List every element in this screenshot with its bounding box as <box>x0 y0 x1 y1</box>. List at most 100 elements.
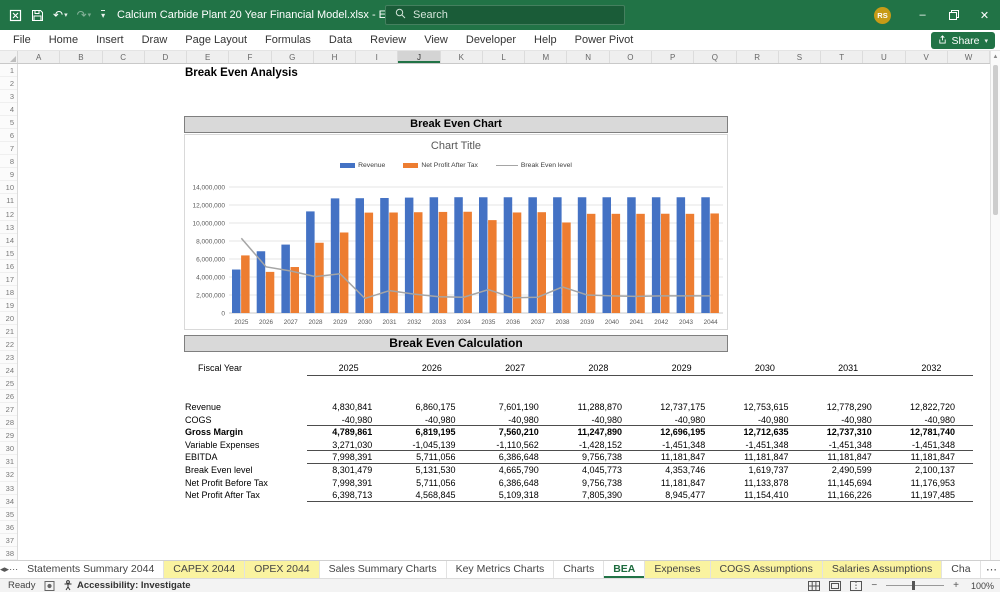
column-header-a[interactable]: A <box>18 51 60 63</box>
ribbon-tab-data[interactable]: Data <box>320 30 361 50</box>
row-header-37[interactable]: 37 <box>0 534 17 547</box>
sheet-tab-capex-2044[interactable]: CAPEX 2044 <box>164 561 245 578</box>
row-header-31[interactable]: 31 <box>0 455 17 468</box>
row-header-34[interactable]: 34 <box>0 495 17 508</box>
value-cell[interactable]: -40,980 <box>890 414 973 426</box>
value-cell[interactable]: 3,271,030 <box>307 439 390 451</box>
value-cell[interactable]: 4,665,790 <box>474 464 557 477</box>
value-cell[interactable]: 5,109,318 <box>474 489 557 501</box>
row-header-29[interactable]: 29 <box>0 429 17 442</box>
zoom-out-button[interactable]: − <box>871 580 877 591</box>
column-header-e[interactable]: E <box>187 51 229 63</box>
column-header-l[interactable]: L <box>483 51 525 63</box>
year-cell-2025[interactable]: 2025 <box>307 361 390 375</box>
accessibility-status[interactable]: Accessibility: Investigate <box>63 580 191 591</box>
row-header-13[interactable]: 13 <box>0 221 17 234</box>
row-header-3[interactable]: 3 <box>0 90 17 103</box>
year-cell-2027[interactable]: 2027 <box>474 361 557 375</box>
break-even-calculation-band[interactable]: Break Even Calculation <box>184 335 728 352</box>
ribbon-tab-file[interactable]: File <box>4 30 40 50</box>
sheet-tab-opex-2044[interactable]: OPEX 2044 <box>245 561 319 578</box>
row-header-20[interactable]: 20 <box>0 312 17 325</box>
column-header-u[interactable]: U <box>863 51 905 63</box>
row-header-17[interactable]: 17 <box>0 273 17 286</box>
value-cell[interactable]: -40,980 <box>807 414 890 426</box>
page-layout-view-icon[interactable] <box>829 581 841 591</box>
value-cell[interactable]: 12,737,175 <box>640 401 723 414</box>
select-all-corner[interactable] <box>0 51 18 63</box>
ribbon-tab-developer[interactable]: Developer <box>457 30 525 50</box>
ribbon-tab-formulas[interactable]: Formulas <box>256 30 320 50</box>
sheet-tab-statements-summary-2044[interactable]: Statements Summary 2044 <box>18 561 164 578</box>
value-cell[interactable]: 12,778,290 <box>807 401 890 414</box>
fiscal-year-label[interactable]: Fiscal Year <box>185 361 307 376</box>
value-cell[interactable]: 11,181,847 <box>723 451 806 463</box>
value-cell[interactable]: 12,753,615 <box>723 401 806 414</box>
row-header-1[interactable]: 1 <box>0 64 17 77</box>
row-header-38[interactable]: 38 <box>0 547 17 560</box>
value-cell[interactable]: 4,789,861 <box>307 426 390 439</box>
row-label[interactable]: Revenue <box>185 401 307 414</box>
scroll-up-icon[interactable]: ▲ <box>991 51 1000 63</box>
column-header-d[interactable]: D <box>145 51 187 63</box>
row-header-30[interactable]: 30 <box>0 442 17 455</box>
value-cell[interactable]: 4,568,845 <box>390 489 473 501</box>
row-header-14[interactable]: 14 <box>0 234 17 247</box>
share-button[interactable]: Share ▾ <box>931 32 995 49</box>
value-cell[interactable]: 11,181,847 <box>807 451 890 463</box>
value-cell[interactable]: -40,980 <box>307 414 390 426</box>
value-cell[interactable]: 4,353,746 <box>640 464 723 477</box>
row-header-9[interactable]: 9 <box>0 168 17 181</box>
value-cell[interactable]: 11,181,847 <box>640 451 723 463</box>
row-header-21[interactable]: 21 <box>0 325 17 338</box>
redo-button[interactable]: ↷▾ <box>77 9 92 21</box>
break-even-chart[interactable]: 02,000,0004,000,0006,000,0008,000,00010,… <box>184 134 728 330</box>
column-header-f[interactable]: F <box>229 51 271 63</box>
value-cell[interactable]: 12,822,720 <box>890 401 973 414</box>
year-cell-2030[interactable]: 2030 <box>723 361 806 375</box>
row-label[interactable]: Net Profit Before Tax <box>185 477 307 490</box>
value-cell[interactable]: 11,247,890 <box>557 426 640 439</box>
row-header-24[interactable]: 24 <box>0 364 17 377</box>
column-header-s[interactable]: S <box>779 51 821 63</box>
row-label[interactable]: COGS <box>185 414 307 427</box>
value-cell[interactable]: 8,301,479 <box>307 464 390 477</box>
value-cell[interactable]: 11,288,870 <box>557 401 640 414</box>
sheet-tab-bea[interactable]: BEA <box>604 561 645 578</box>
close-button[interactable]: ✕ <box>969 0 1000 30</box>
value-cell[interactable]: 12,781,740 <box>890 426 973 439</box>
value-cell[interactable]: 2,100,137 <box>890 464 973 477</box>
column-header-m[interactable]: M <box>525 51 567 63</box>
value-cell[interactable]: 11,181,847 <box>890 451 973 463</box>
sheet-tab-expenses[interactable]: Expenses <box>645 561 710 578</box>
year-cell-2028[interactable]: 2028 <box>557 361 640 375</box>
value-cell[interactable]: 8,945,477 <box>640 489 723 501</box>
value-cell[interactable]: 6,860,175 <box>390 401 473 414</box>
row-header-2[interactable]: 2 <box>0 77 17 90</box>
value-cell[interactable]: -1,428,152 <box>557 439 640 451</box>
year-cell-2032[interactable]: 2032 <box>890 361 973 375</box>
row-header-15[interactable]: 15 <box>0 247 17 260</box>
value-cell[interactable]: -1,451,348 <box>890 439 973 451</box>
row-label[interactable]: Gross Margin <box>185 426 307 439</box>
worksheet-canvas[interactable]: Break Even Analysis Break Even Chart 02,… <box>18 64 990 560</box>
row-header-26[interactable]: 26 <box>0 390 17 403</box>
value-cell[interactable]: 11,197,485 <box>890 489 973 501</box>
zoom-slider-thumb[interactable] <box>912 581 915 590</box>
ribbon-tab-insert[interactable]: Insert <box>87 30 133 50</box>
more-sheets-icon[interactable]: ⋯ <box>984 563 1000 576</box>
column-header-v[interactable]: V <box>906 51 948 63</box>
vertical-scrollbar-thumb[interactable] <box>993 65 998 215</box>
break-even-chart-band[interactable]: Break Even Chart <box>184 116 728 133</box>
value-cell[interactable]: 11,133,878 <box>723 477 806 490</box>
column-header-c[interactable]: C <box>103 51 145 63</box>
value-cell[interactable]: -40,980 <box>640 414 723 426</box>
column-header-p[interactable]: P <box>652 51 694 63</box>
ribbon-tab-review[interactable]: Review <box>361 30 415 50</box>
ribbon-tab-home[interactable]: Home <box>40 30 87 50</box>
column-header-g[interactable]: G <box>272 51 314 63</box>
value-cell[interactable]: 11,181,847 <box>640 477 723 490</box>
row-header-18[interactable]: 18 <box>0 286 17 299</box>
column-header-b[interactable]: B <box>60 51 102 63</box>
value-cell[interactable]: -40,980 <box>557 414 640 426</box>
